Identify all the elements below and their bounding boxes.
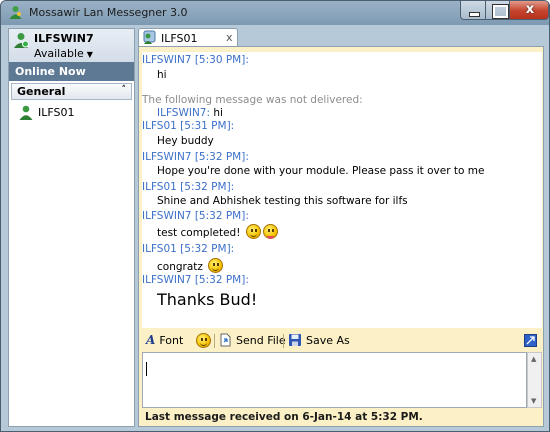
user-header: ILFSWIN7 Available ▼	[9, 29, 134, 62]
contact-label: ILFS01	[38, 106, 75, 119]
message-row: test completed!	[157, 224, 278, 239]
title-bar[interactable]: Mossawir Lan Messegner 3.0 x	[1, 1, 549, 25]
user-icon	[14, 33, 29, 48]
messenger-icon	[9, 6, 22, 19]
message-text: hi	[213, 107, 223, 119]
toolbar-divider	[283, 334, 284, 348]
tongue-icon	[262, 224, 278, 239]
minimize-button[interactable]	[460, 1, 486, 20]
message-input[interactable]	[142, 352, 527, 408]
close-icon[interactable]: x	[226, 31, 233, 44]
status-label: Available	[34, 47, 84, 60]
font-button[interactable]: A Font	[146, 333, 183, 349]
send-file-button[interactable]: Send File	[218, 333, 286, 349]
smiley-icon	[208, 258, 224, 273]
tab-label: ILFS01	[161, 32, 198, 45]
font-label: Font	[159, 334, 184, 347]
send-file-icon	[220, 333, 231, 347]
message-sender: ILFSWIN7 [5:32 PM]:	[142, 274, 249, 286]
message-text: hi	[157, 69, 167, 81]
emoticon-button[interactable]	[194, 333, 211, 349]
close-icon: x	[525, 2, 535, 17]
group-label: General	[17, 85, 66, 98]
maximize-button[interactable]	[485, 1, 510, 20]
scroll-down-icon[interactable]: ▼	[531, 397, 536, 405]
message-sender: ILFSWIN7:	[157, 107, 211, 119]
chevron-down-icon: ▼	[86, 50, 93, 59]
chat-area: ILFSWIN7 [5:30 PM]: hi The following mes…	[138, 46, 544, 427]
group-general[interactable]: General ˄	[11, 83, 132, 100]
user-name: ILFSWIN7	[34, 32, 94, 45]
send-file-label: Send File	[236, 334, 286, 347]
save-as-button[interactable]: Save As	[288, 333, 350, 349]
font-icon: A	[146, 333, 156, 347]
message-text: Hey buddy	[157, 135, 214, 147]
status-bar-text: Last message received on 6-Jan-14 at 5:3…	[145, 411, 423, 423]
message-toolbar: A Font Send File Save As	[142, 331, 542, 351]
toolbar-divider	[214, 334, 215, 348]
contacts-panel: ILFSWIN7 Available ▼ Online Now General ˄…	[8, 28, 135, 427]
message-text: congratz	[157, 261, 203, 273]
message-sender: ILFSWIN7 [5:32 PM]:	[142, 210, 249, 222]
message-sender: ILFS01 [5:32 PM]:	[142, 243, 235, 255]
contact-icon	[19, 105, 33, 120]
input-scrollbar[interactable]: ▲ ▼	[527, 352, 542, 408]
window-title: Mossawir Lan Messegner 3.0	[29, 6, 188, 19]
message-text: test completed!	[157, 227, 241, 239]
smiley-icon	[196, 333, 211, 348]
save-as-label: Save As	[306, 334, 350, 347]
message-sender: ILFS01 [5:32 PM]:	[142, 181, 235, 193]
chat-tab-icon	[143, 30, 156, 44]
scroll-up-icon[interactable]: ▲	[531, 355, 536, 363]
message-sender: ILFSWIN7 [5:32 PM]:	[142, 151, 249, 163]
message-text: Thanks Bud!	[157, 290, 258, 309]
tab-ilfs01[interactable]: ILFS01 x	[138, 28, 238, 46]
message-sender: ILFS01 [5:31 PM]:	[142, 120, 235, 132]
text-cursor	[146, 362, 147, 376]
message-log[interactable]: ILFSWIN7 [5:30 PM]: hi The following mes…	[142, 52, 542, 328]
chevron-up-icon: ˄	[121, 85, 127, 95]
close-button[interactable]: x	[509, 1, 549, 20]
undelivered-message: ILFSWIN7: hi	[157, 107, 223, 119]
app-window: Mossawir Lan Messegner 3.0 x ILFSWIN7 Av…	[0, 0, 550, 432]
message-text: Hope you're done with your module. Pleas…	[157, 165, 485, 177]
status-dropdown[interactable]: Available ▼	[34, 47, 93, 60]
online-now-header: Online Now	[9, 62, 134, 81]
save-icon	[289, 334, 301, 346]
expand-icon[interactable]	[524, 334, 537, 347]
message-text: Shine and Abhishek testing this software…	[157, 195, 408, 207]
smiley-icon	[245, 224, 261, 239]
message-sender: ILFSWIN7 [5:30 PM]:	[142, 54, 249, 66]
message-row: congratz	[157, 258, 224, 273]
undelivered-notice: The following message was not delivered:	[142, 94, 363, 106]
